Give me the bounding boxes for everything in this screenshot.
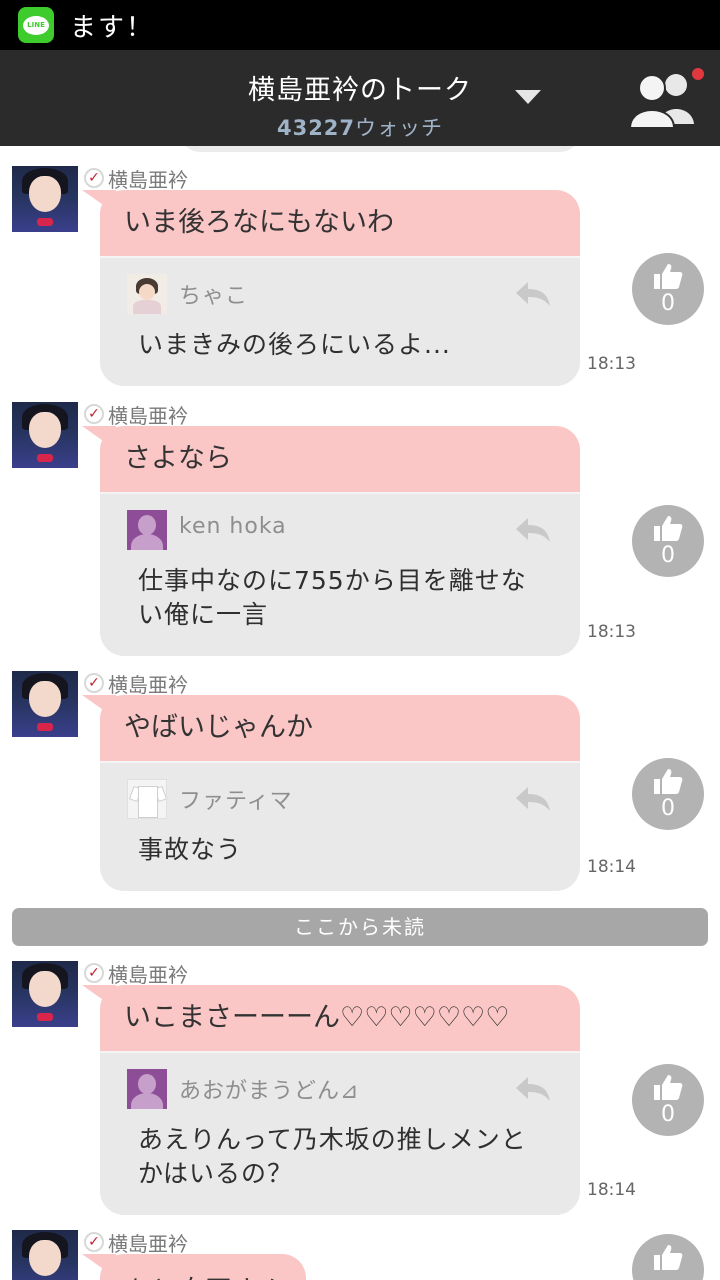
message-time: 18:14 xyxy=(587,1180,636,1200)
like-count: 0 xyxy=(661,1102,675,1127)
verified-check-icon: ✓ xyxy=(84,1232,104,1252)
reply-arrow-icon[interactable] xyxy=(514,276,554,312)
sender-name: 横島亜衿 xyxy=(108,673,188,697)
reply-author: あおがまうどん⊿ xyxy=(179,1079,360,1104)
members-button[interactable] xyxy=(628,68,706,130)
post-text: いま後ろなにもないわ xyxy=(124,207,394,238)
reply-text: あえりんって乃木坂の推しメンとかはいるの？ xyxy=(138,1125,527,1188)
quoted-reply[interactable]: ken hoka 仕事中なのに755から目を離せない俺に一言 xyxy=(100,492,580,656)
previous-bubble-edge xyxy=(180,146,580,152)
quoted-reply[interactable]: ちゃこ いまきみの後ろにいるよ... xyxy=(100,256,580,386)
post-bubble[interactable]: やばいじゃんか xyxy=(100,695,580,761)
unread-divider: ここから未読 xyxy=(12,908,708,946)
like-button[interactable] xyxy=(632,1234,704,1280)
thumbs-up-icon xyxy=(654,516,683,541)
sender-avatar[interactable] xyxy=(12,671,78,737)
watch-label: ウォッチ xyxy=(355,116,444,140)
thumbs-up-icon xyxy=(654,1245,683,1270)
screen: LINE ます！ 横島亜衿のトーク 43227ウォッチ ✓ 横島亜衿 いま後ろな… xyxy=(0,0,720,1280)
quoted-reply[interactable]: あおがまうどん⊿ あえりんって乃木坂の推しメンとかはいるの？ xyxy=(100,1051,580,1215)
status-bar: LINE ます！ xyxy=(0,0,720,50)
reply-arrow-icon[interactable] xyxy=(514,781,554,817)
sender-name: 横島亜衿 xyxy=(108,963,188,987)
reply-avatar xyxy=(127,274,167,314)
like-button[interactable]: 0 xyxy=(632,253,704,325)
line-app-icon: LINE xyxy=(18,7,54,43)
verified-check-icon: ✓ xyxy=(84,168,104,188)
post-bubble[interactable]: いこまさーーーん♡♡♡♡♡♡♡ xyxy=(100,985,580,1051)
reply-text: 事故なう xyxy=(138,835,243,864)
sender-avatar[interactable] xyxy=(12,402,78,468)
talk-header: 横島亜衿のトーク 43227ウォッチ xyxy=(0,50,720,146)
talk-title[interactable]: 横島亜衿のトーク xyxy=(0,68,720,107)
post-text: あと自画さん xyxy=(100,1254,306,1280)
reply-arrow-icon[interactable] xyxy=(514,1071,554,1107)
verified-check-icon: ✓ xyxy=(84,404,104,424)
like-button[interactable]: 0 xyxy=(632,758,704,830)
like-button[interactable]: 0 xyxy=(632,1064,704,1136)
post-bubble[interactable]: さよなら xyxy=(100,426,580,492)
post-text: さよなら xyxy=(124,443,232,474)
reply-author: ファティマ xyxy=(179,789,293,814)
post-text: やばいじゃんか xyxy=(124,712,313,743)
like-count: 0 xyxy=(661,291,675,316)
reply-author: ken hoka xyxy=(179,514,287,539)
members-icon xyxy=(628,74,694,129)
message-time: 18:13 xyxy=(587,622,636,642)
verified-check-icon: ✓ xyxy=(84,673,104,693)
reply-author: ちゃこ xyxy=(179,284,249,309)
sender-avatar[interactable] xyxy=(12,961,78,1027)
reply-avatar xyxy=(127,779,167,819)
sender-avatar[interactable] xyxy=(12,166,78,232)
thumbs-up-icon xyxy=(654,1075,683,1100)
line-app-icon-label: LINE xyxy=(23,15,49,35)
triangle-down-icon[interactable] xyxy=(515,90,541,104)
thumbs-up-icon xyxy=(654,769,683,794)
like-count: 0 xyxy=(661,543,675,568)
reply-avatar xyxy=(127,1069,167,1109)
watch-count: 43227 xyxy=(276,116,356,140)
like-button[interactable]: 0 xyxy=(632,505,704,577)
quoted-reply[interactable]: ファティマ 事故なう xyxy=(100,761,580,891)
sender-name: 横島亜衿 xyxy=(108,168,188,192)
reply-arrow-icon[interactable] xyxy=(514,512,554,548)
talk-feed[interactable]: ✓ 横島亜衿 いま後ろなにもないわ ちゃこ いまきみの後ろにいるよ... 18:… xyxy=(0,146,720,1280)
sender-name: 横島亜衿 xyxy=(108,1232,188,1256)
reply-text: いまきみの後ろにいるよ... xyxy=(138,330,451,359)
reply-text: 仕事中なのに755から目を離せない俺に一言 xyxy=(138,566,527,629)
notification-text: ます！ xyxy=(70,12,155,43)
notification-dot xyxy=(692,68,704,80)
post-bubble[interactable]: あと自画さん xyxy=(100,1254,306,1280)
post-text: いこまさーーーん♡♡♡♡♡♡♡ xyxy=(124,1002,510,1033)
like-count: 0 xyxy=(661,796,675,821)
message-time: 18:14 xyxy=(587,857,636,877)
watch-count-line: 43227ウォッチ xyxy=(0,112,720,142)
verified-check-icon: ✓ xyxy=(84,963,104,983)
reply-avatar xyxy=(127,510,167,550)
sender-name: 横島亜衿 xyxy=(108,404,188,428)
sender-avatar[interactable] xyxy=(12,1230,78,1280)
thumbs-up-icon xyxy=(654,264,683,289)
message-time: 18:13 xyxy=(587,354,636,374)
post-bubble[interactable]: いま後ろなにもないわ xyxy=(100,190,580,256)
